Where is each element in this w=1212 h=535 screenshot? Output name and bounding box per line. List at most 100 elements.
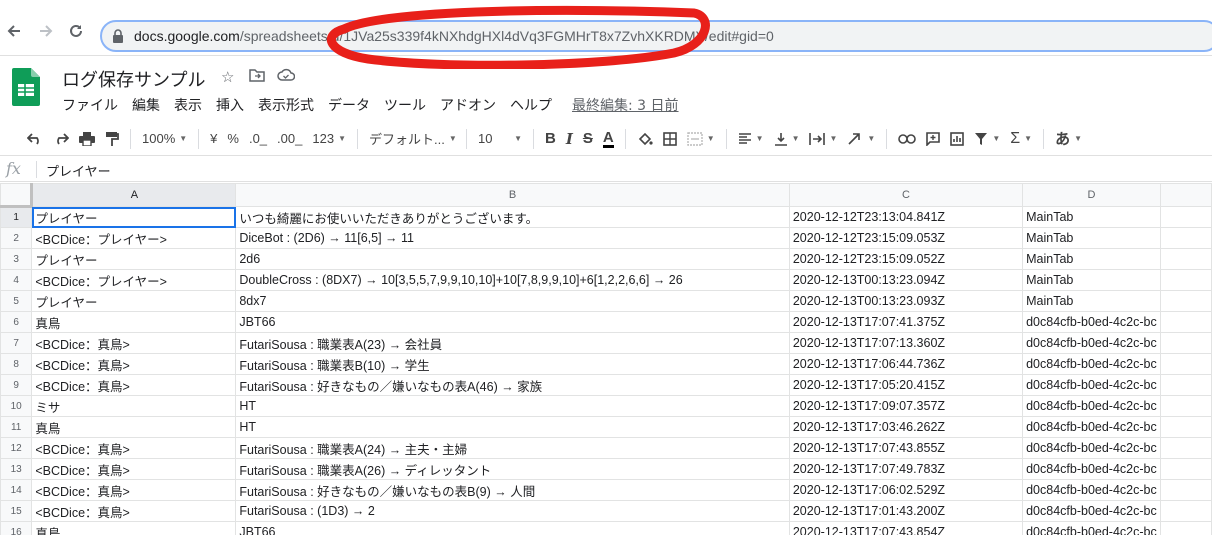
column-header-d[interactable]: D: [1022, 183, 1161, 207]
cell-d[interactable]: d0c84cfb-b0ed-4c2c-bc: [1022, 416, 1161, 438]
cell-a[interactable]: 真鳥: [31, 521, 237, 535]
row-header[interactable]: 2: [0, 227, 33, 249]
cell-a[interactable]: ミサ: [31, 395, 237, 417]
cell-a[interactable]: プレイヤー: [31, 206, 237, 228]
menu-format[interactable]: 表示形式: [258, 95, 314, 115]
cell-a[interactable]: <BCDice：真鳥>: [31, 353, 237, 375]
cell-d[interactable]: MainTab: [1022, 290, 1161, 312]
cell-d[interactable]: MainTab: [1022, 269, 1161, 291]
row-header[interactable]: 6: [0, 311, 33, 333]
text-rotation-icon[interactable]: ▼: [842, 127, 880, 151]
cell-b[interactable]: FutariSousa : 好きなもの／嫌いなもの表B(9) → 人間: [235, 479, 790, 501]
cell-a[interactable]: <BCDice：真鳥>: [31, 332, 237, 354]
cell-d[interactable]: d0c84cfb-b0ed-4c2c-bc: [1022, 374, 1161, 396]
row-header[interactable]: 8: [0, 353, 33, 375]
cell-b[interactable]: FutariSousa : 職業表B(10) → 学生: [235, 353, 790, 375]
font-family-select[interactable]: デフォルト... ▼: [364, 127, 460, 151]
cell-d[interactable]: d0c84cfb-b0ed-4c2c-bc: [1022, 437, 1161, 459]
undo-icon[interactable]: [22, 127, 48, 151]
cloud-status-icon[interactable]: [277, 68, 296, 86]
row-header[interactable]: 15: [0, 500, 33, 522]
cell-a[interactable]: 真鳥: [31, 311, 237, 333]
strikethrough-button[interactable]: S: [578, 127, 598, 151]
cell-d[interactable]: d0c84cfb-b0ed-4c2c-bc: [1022, 311, 1161, 333]
address-bar[interactable]: docs.google.com/spreadsheets/d/1JVa25s33…: [100, 20, 1212, 52]
cell-a[interactable]: <BCDice：プレイヤー>: [31, 227, 237, 249]
cell-a[interactable]: <BCDice：真鳥>: [31, 437, 237, 459]
cell-e[interactable]: [1159, 269, 1212, 291]
cell-b[interactable]: FutariSousa : (1D3) → 2: [235, 500, 790, 522]
cell-e[interactable]: [1159, 311, 1212, 333]
more-formats-button[interactable]: 123 ▼: [307, 127, 351, 151]
cell-e[interactable]: [1159, 500, 1212, 522]
arrow-left-icon[interactable]: [4, 22, 24, 42]
print-icon[interactable]: [74, 127, 100, 151]
font-size-select[interactable]: 10 ▼: [473, 127, 527, 151]
input-tools-button[interactable]: あ ▼: [1050, 127, 1087, 151]
cell-d[interactable]: d0c84cfb-b0ed-4c2c-bc: [1022, 332, 1161, 354]
insert-link-icon[interactable]: [893, 127, 921, 151]
formula-input[interactable]: プレイヤー: [46, 161, 111, 180]
cell-c[interactable]: 2020-12-12T23:15:09.053Z: [788, 227, 1024, 249]
cell-a[interactable]: <BCDice：真鳥>: [31, 374, 237, 396]
column-header-e[interactable]: [1159, 183, 1212, 207]
move-folder-icon[interactable]: [249, 68, 265, 86]
currency-format-button[interactable]: ¥: [205, 127, 222, 151]
merge-cells-icon[interactable]: ▼: [682, 127, 720, 151]
cell-e[interactable]: [1159, 416, 1212, 438]
cell-b[interactable]: 8dx7: [235, 290, 790, 312]
cell-e[interactable]: [1159, 332, 1212, 354]
italic-button[interactable]: I: [561, 127, 578, 151]
cell-b[interactable]: JBT66: [235, 521, 790, 535]
functions-icon[interactable]: Σ ▼: [1005, 127, 1037, 151]
cell-e[interactable]: [1159, 248, 1212, 270]
cell-e[interactable]: [1159, 353, 1212, 375]
column-header-b[interactable]: B: [235, 183, 790, 207]
cell-b[interactable]: FutariSousa : 職業表A(23) → 会社員: [235, 332, 790, 354]
cell-c[interactable]: 2020-12-13T17:05:20.415Z: [788, 374, 1024, 396]
cell-e[interactable]: [1159, 227, 1212, 249]
fill-color-icon[interactable]: [632, 127, 658, 151]
reload-icon[interactable]: [66, 22, 86, 42]
arrow-right-icon[interactable]: [36, 22, 56, 42]
percent-format-button[interactable]: %: [222, 127, 244, 151]
cell-e[interactable]: [1159, 206, 1212, 228]
cell-c[interactable]: 2020-12-13T17:07:49.783Z: [788, 458, 1024, 480]
menu-view[interactable]: 表示: [174, 95, 202, 115]
cell-b[interactable]: JBT66: [235, 311, 790, 333]
cell-b[interactable]: FutariSousa : 職業表A(26) → ディレッタント: [235, 458, 790, 480]
cell-e[interactable]: [1159, 521, 1212, 535]
row-header[interactable]: 7: [0, 332, 33, 354]
cell-c[interactable]: 2020-12-13T00:13:23.093Z: [788, 290, 1024, 312]
menu-tools[interactable]: ツール: [384, 95, 426, 115]
text-color-button[interactable]: A: [598, 127, 619, 151]
cell-b[interactable]: DoubleCross : (8DX7) → 10[3,5,5,7,9,9,10…: [235, 269, 790, 291]
cell-a[interactable]: プレイヤー: [31, 248, 237, 270]
horizontal-align-icon[interactable]: ▼: [733, 127, 769, 151]
bold-button[interactable]: B: [540, 127, 561, 151]
cell-c[interactable]: 2020-12-13T17:01:43.200Z: [788, 500, 1024, 522]
cell-d[interactable]: d0c84cfb-b0ed-4c2c-bc: [1022, 353, 1161, 375]
vertical-align-icon[interactable]: ▼: [769, 127, 805, 151]
cell-c[interactable]: 2020-12-13T17:09:07.357Z: [788, 395, 1024, 417]
cell-c[interactable]: 2020-12-12T23:15:09.052Z: [788, 248, 1024, 270]
menu-file[interactable]: ファイル: [62, 95, 118, 115]
cell-b[interactable]: いつも綺麗にお使いいただきありがとうございます。: [235, 206, 790, 228]
row-header[interactable]: 16: [0, 521, 33, 535]
menu-edit[interactable]: 編集: [132, 95, 160, 115]
zoom-select[interactable]: 100% ▼: [137, 127, 192, 151]
document-title[interactable]: ログ保存サンプル: [62, 66, 205, 92]
cell-c[interactable]: 2020-12-13T17:06:44.736Z: [788, 353, 1024, 375]
cell-c[interactable]: 2020-12-13T17:03:46.262Z: [788, 416, 1024, 438]
filter-icon[interactable]: ▼: [969, 127, 1005, 151]
cell-b[interactable]: FutariSousa : 好きなもの／嫌いなもの表A(46) → 家族: [235, 374, 790, 396]
menu-data[interactable]: データ: [328, 95, 370, 115]
cell-d[interactable]: d0c84cfb-b0ed-4c2c-bc: [1022, 395, 1161, 417]
row-header[interactable]: 5: [0, 290, 33, 312]
cell-e[interactable]: [1159, 290, 1212, 312]
cell-e[interactable]: [1159, 458, 1212, 480]
column-header-a[interactable]: A: [31, 183, 237, 207]
menu-help[interactable]: ヘルプ: [510, 95, 552, 115]
cell-c[interactable]: 2020-12-13T17:06:02.529Z: [788, 479, 1024, 501]
increase-decimal-button[interactable]: .00_: [272, 127, 307, 151]
